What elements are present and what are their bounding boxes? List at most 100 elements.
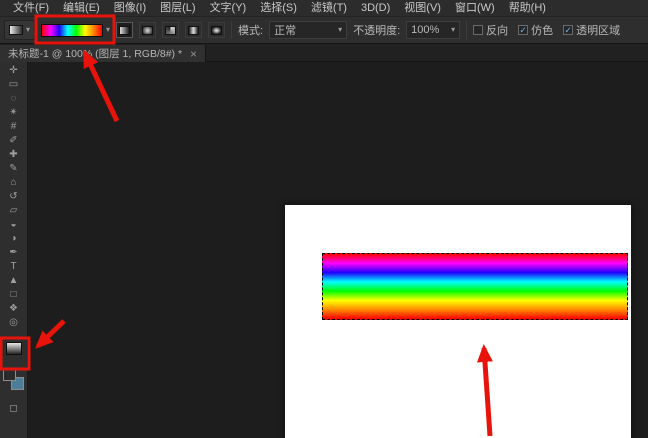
chevron-down-icon: ▾ [451, 25, 456, 34]
menu-item[interactable]: 选择(S) [253, 0, 304, 17]
tool-button[interactable]: ✴ [0, 106, 28, 120]
tool-button[interactable]: ◒ [0, 218, 28, 232]
chevron-down-icon: ▾ [26, 25, 31, 34]
tool-button[interactable]: # [0, 120, 28, 134]
tool-button[interactable]: ✎ [0, 162, 28, 176]
marquee-tool-icon: ▭ [8, 79, 19, 90]
opacity-label: 不透明度: [353, 25, 401, 37]
menu-item[interactable]: 文件(F) [6, 0, 56, 17]
brush-tool-icon: ✎ [9, 163, 18, 174]
dodge-tool-icon: ◑ [10, 233, 17, 244]
checkbox-label: 透明区域 [576, 25, 621, 37]
tool-button[interactable]: ▲ [0, 274, 28, 288]
tool-bar: ✛ ▭ ◌ ✴ # ✐ ✚ ✎ ⌂ ↺ ▱ ◒ ◑ ✒ T ▲ □ ❖ ◎ ◻ [0, 62, 28, 438]
pen-tool-icon: ✒ [9, 247, 18, 258]
tool-button[interactable]: ✐ [0, 134, 28, 148]
options-bar: ▾ ▾ 模式: 正常 ▾ 不透明度: 100% ▾ 反向 ✓ 仿色 ✓ 透明区域 [0, 17, 648, 44]
tool-button[interactable]: ❖ [0, 302, 28, 316]
canvas-area[interactable] [28, 62, 648, 438]
tool-preset-button[interactable]: ▾ [4, 20, 36, 40]
quick-selection-tool-icon: ✴ [9, 107, 18, 118]
divider [466, 21, 468, 39]
tool-list: ✛ ▭ ◌ ✴ # ✐ ✚ ✎ ⌂ ↺ ▱ ◒ ◑ ✒ T ▲ □ ❖ ◎ [0, 64, 28, 330]
menu-item[interactable]: 3D(D) [354, 0, 397, 17]
quick-mask-button[interactable]: ◻ [0, 402, 28, 416]
reflected-gradient-icon [188, 25, 200, 35]
blur-tool-icon: ◒ [10, 219, 17, 230]
document-tab[interactable]: 未标题-1 @ 100% (图层 1, RGB/8#) * × [0, 44, 207, 63]
clone-stamp-tool-icon: ⌂ [10, 177, 17, 188]
menu-item[interactable]: 文字(Y) [203, 0, 254, 17]
diamond-gradient-type-button[interactable] [208, 22, 226, 38]
color-swatches [2, 368, 26, 392]
chevron-down-icon[interactable]: ▾ [106, 26, 110, 34]
crop-tool-icon: # [10, 121, 17, 132]
gradient-picker[interactable]: ▾ [41, 23, 110, 37]
gradient-preview-swatch[interactable] [41, 23, 104, 37]
tool-button[interactable]: ⌂ [0, 176, 28, 190]
chevron-down-icon: ▾ [338, 25, 343, 34]
tool-button[interactable]: □ [0, 288, 28, 302]
menu-bar: 文件(F) 编辑(E) 图像(I) 图层(L) 文字(Y) 选择(S) 滤镜(T… [0, 0, 648, 17]
linear-gradient-type-button[interactable] [116, 22, 134, 38]
gradient-tool-preset-icon [9, 25, 23, 35]
eyedropper-tool-icon: ✐ [9, 135, 18, 146]
tool-button[interactable]: ✒ [0, 246, 28, 260]
move-tool-icon: ✛ [9, 65, 18, 76]
opacity-select[interactable]: 100% ▾ [406, 21, 461, 39]
checkbox-label: 仿色 [531, 25, 554, 37]
checkbox-box[interactable] [473, 25, 484, 35]
menu-item[interactable]: 图像(I) [107, 0, 153, 17]
tool-button[interactable]: T [0, 260, 28, 274]
checkbox-box[interactable]: ✓ [518, 25, 529, 35]
tool-button[interactable]: ◑ [0, 232, 28, 246]
option-checkbox[interactable]: ✓ 仿色 [518, 22, 553, 38]
path-selection-tool-icon: ▲ [8, 275, 19, 286]
angle-gradient-type-button[interactable] [162, 22, 180, 38]
tool-button[interactable]: ◎ [0, 316, 28, 330]
menu-item[interactable]: 滤镜(T) [304, 0, 354, 17]
gradient-fill-selection[interactable] [322, 253, 628, 320]
close-icon[interactable]: × [190, 48, 197, 60]
type-tool-icon: T [10, 261, 17, 272]
menu-item[interactable]: 视图(V) [397, 0, 448, 17]
history-brush-tool-icon: ↺ [9, 191, 18, 202]
mode-select[interactable]: 正常 ▾ [269, 21, 348, 39]
tool-button[interactable]: ▭ [0, 78, 28, 92]
menu-item[interactable]: 窗口(W) [448, 0, 502, 17]
document-tab-title: 未标题-1 @ 100% (图层 1, RGB/8#) * [8, 48, 183, 60]
divider [231, 21, 233, 39]
quick-mask-icon: ◻ [9, 403, 18, 414]
tool-button[interactable]: ↺ [0, 190, 28, 204]
linear-gradient-icon [119, 25, 131, 35]
menu-item[interactable]: 编辑(E) [56, 0, 107, 17]
eraser-tool-icon: ▱ [9, 205, 18, 216]
tool-button[interactable]: ▱ [0, 204, 28, 218]
angle-gradient-icon [165, 25, 177, 35]
document-tab-bar: 未标题-1 @ 100% (图层 1, RGB/8#) * × [0, 44, 648, 63]
shape-tool-icon: □ [10, 289, 17, 300]
checkbox-box[interactable]: ✓ [563, 25, 574, 35]
option-checkbox[interactable]: 反向 [473, 22, 508, 38]
reflected-gradient-type-button[interactable] [185, 22, 203, 38]
option-checkbox[interactable]: ✓ 透明区域 [563, 22, 620, 38]
checkbox-label: 反向 [486, 25, 509, 37]
tool-button[interactable]: ◌ [0, 92, 28, 106]
gradient-tool-icon [5, 341, 22, 355]
lasso-tool-icon: ◌ [10, 93, 17, 104]
gradient-tool-button[interactable] [0, 335, 28, 361]
tool-button[interactable]: ✛ [0, 64, 28, 78]
hand-tool-icon: ❖ [9, 303, 18, 314]
document-canvas[interactable] [285, 205, 631, 438]
menu-item[interactable]: 图层(L) [153, 0, 202, 17]
foreground-color-swatch[interactable] [2, 368, 16, 381]
tool-button[interactable]: ✚ [0, 148, 28, 162]
menu-item[interactable]: 帮助(H) [502, 0, 553, 17]
radial-gradient-type-button[interactable] [139, 22, 157, 38]
healing-brush-tool-icon: ✚ [9, 149, 18, 160]
radial-gradient-icon [142, 25, 154, 35]
checkbox-group: 反向 ✓ 仿色 ✓ 透明区域 [473, 22, 620, 38]
mode-label: 模式: [238, 25, 264, 37]
opacity-value: 100% [411, 24, 440, 36]
diamond-gradient-icon [211, 25, 223, 35]
